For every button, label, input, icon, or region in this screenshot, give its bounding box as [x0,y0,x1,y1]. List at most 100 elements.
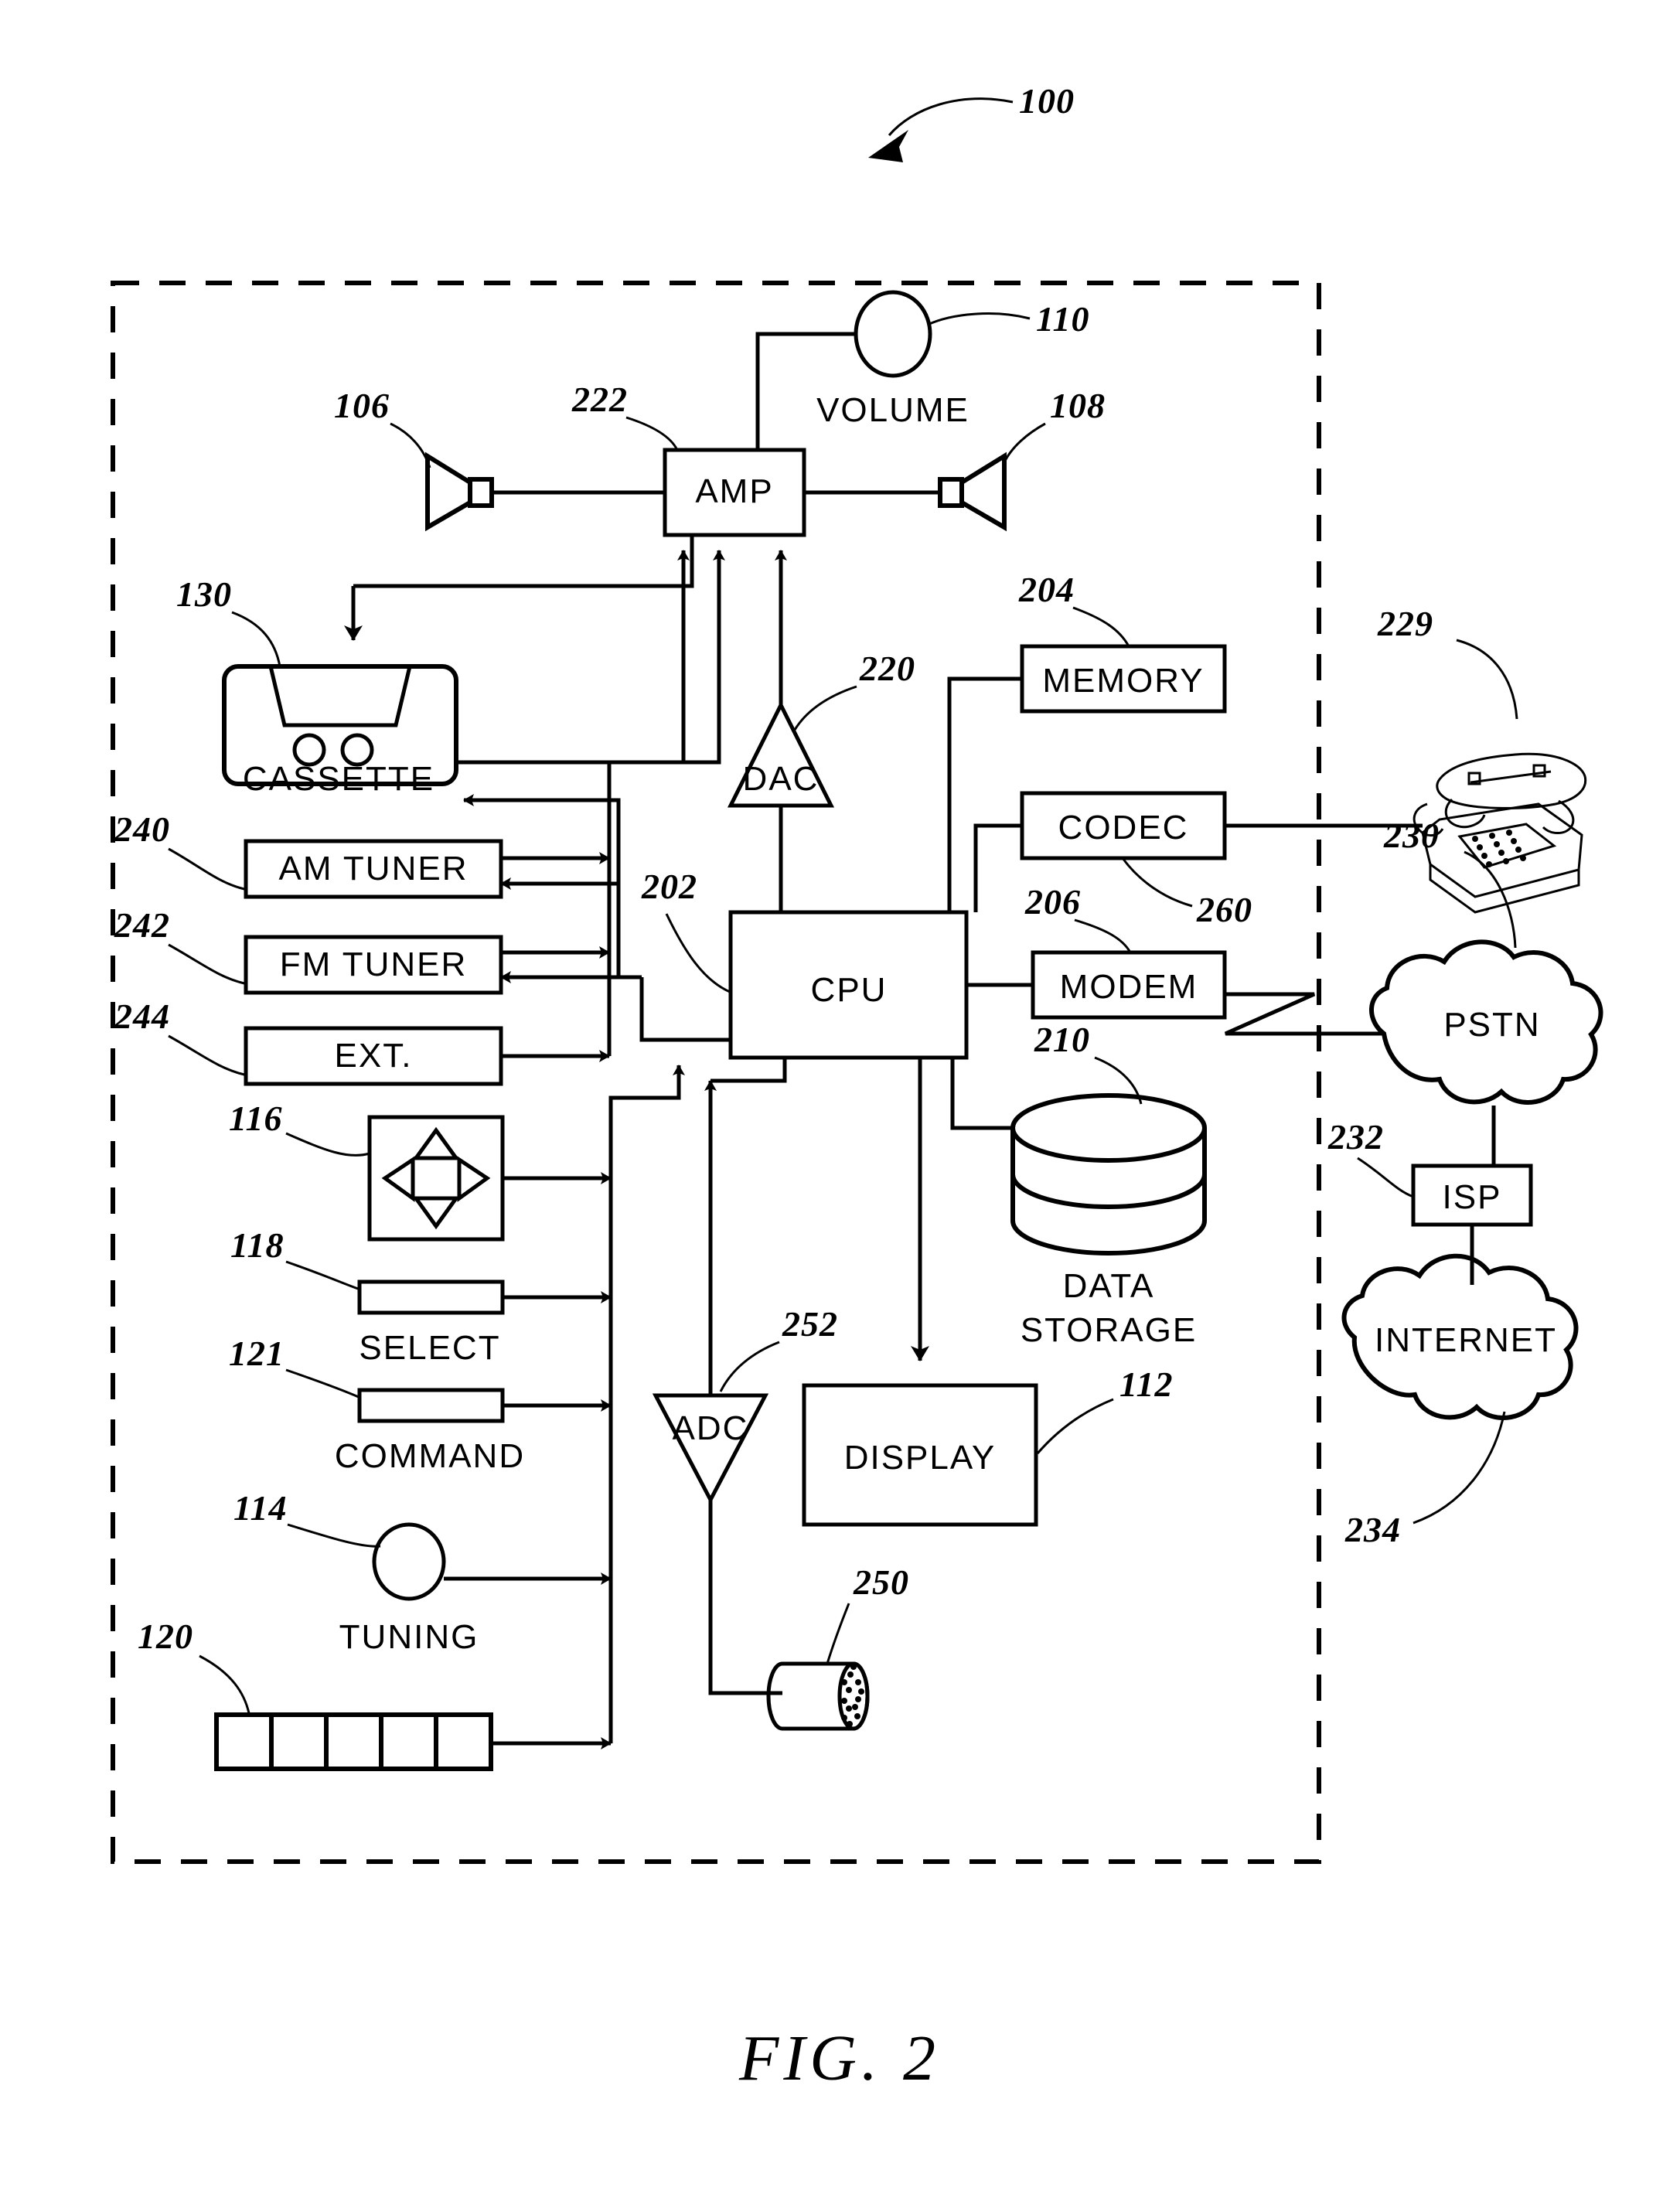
ref-number-220: 220 [859,649,915,688]
modem-block[interactable]: MODEM [1031,950,1227,1020]
ref-number-234: 234 [1344,1510,1401,1549]
adc-block[interactable]: ADC [652,1393,769,1504]
ref-number-260: 260 [1196,890,1252,929]
pstn-label: PSTN [1443,1006,1540,1044]
pstn-cloud: PSTN [1369,939,1603,1105]
navigation-pad[interactable] [367,1115,505,1242]
ref-number-121: 121 [229,1334,285,1373]
isp-block[interactable]: ISP [1411,1164,1533,1227]
ext-label: EXT. [335,1037,413,1075]
ref-number-116: 116 [229,1099,282,1138]
speaker-left-106: 106 [334,386,494,532]
cpu-ref-callout: 202 [641,867,731,993]
ref-number-120: 120 [138,1617,193,1656]
command-ref-callout: 121 [229,1334,361,1399]
ref-number-130: 130 [176,574,232,614]
keypad-ref-callout: 120 [138,1617,250,1714]
ref-number-230: 230 [1383,816,1440,855]
ref-number-210: 210 [1034,1020,1090,1059]
select-label: SELECT [359,1329,500,1367]
display-ref-callout: 112 [1036,1365,1173,1454]
tuning-label: TUNING [339,1618,479,1656]
data-storage-label-line1: DATA [1063,1267,1155,1305]
ref-number-204: 204 [1018,570,1075,609]
command-button[interactable] [357,1388,505,1423]
am-tuner-ref-callout: 240 [114,809,245,891]
command-label: COMMAND [335,1437,525,1475]
ref-number-106: 106 [334,386,390,425]
ref-number-252: 252 [782,1304,838,1344]
adc-label: ADC [673,1409,749,1447]
ref-number-112: 112 [1119,1365,1173,1404]
display-label: DISPLAY [844,1439,997,1477]
codec-block[interactable]: CODEC [1020,791,1227,860]
data-storage-ref-callout: 210 [1034,1020,1143,1105]
cassette-block[interactable]: CASSETTE [222,664,458,798]
bus-control-from-cpu [639,977,731,1042]
memory-block[interactable]: MEMORY [1020,644,1227,714]
patent-figure-page: 100 106 108 AMP 222 VOLUME 110 CASSETTE … [0,0,1680,2201]
fm-tuner-ref-callout: 242 [114,905,245,985]
nav-left-arrow-icon [381,1156,415,1202]
ref-number-250: 250 [853,1562,909,1602]
system-ref-100-callout: 100 [868,81,1074,162]
memory-label: MEMORY [1042,662,1204,700]
ref-number-118: 118 [230,1225,284,1265]
internet-label: INTERNET [1375,1321,1557,1359]
adc-ref-callout: 252 [719,1304,838,1392]
ref-number-108: 108 [1050,386,1106,425]
ref-number-114: 114 [233,1488,287,1528]
codec-label: CODEC [1058,809,1189,847]
cpu-block[interactable]: CPU [728,910,969,1060]
internet-cloud: INTERNET [1341,1253,1579,1420]
amp-label: AMP [695,472,773,510]
dac-block[interactable]: DAC [727,700,835,808]
isp-ref-callout: 232 [1327,1117,1414,1198]
ref-number-206: 206 [1024,882,1081,922]
telephone-ref-callout: 229 [1377,604,1518,720]
nav-right-arrow-icon [457,1156,491,1202]
ref-number-202: 202 [641,867,697,906]
cassette-label: CASSETTE [243,760,434,798]
bus-control-branch [616,884,642,980]
keypad-block[interactable] [214,1712,493,1771]
ref-number-232: 232 [1327,1117,1384,1157]
nav-down-arrow-icon [412,1196,460,1230]
wire-cpu-to-memory [947,676,1022,912]
cassette-ref-callout: 130 [176,574,281,667]
ref-number-222: 222 [571,380,628,419]
block-diagram-canvas: 100 106 108 AMP 222 VOLUME 110 CASSETTE … [111,81,1603,2094]
wire-cpu-to-codec [973,823,1022,912]
modem-label: MODEM [1060,968,1198,1006]
display-block[interactable]: DISPLAY [802,1383,1038,1527]
ext-input-block[interactable]: EXT. [244,1026,503,1086]
system-boundary-dashed [111,281,1321,1864]
dac-label: DAC [743,760,820,798]
wire-microphone-to-adc [708,1500,782,1695]
wire-cpu-to-data-storage [950,1058,1013,1130]
navpad-ref-callout: 116 [229,1099,370,1157]
am-tuner-block[interactable]: AM TUNER [244,839,503,899]
ext-ref-callout: 244 [114,997,245,1076]
wire-amp-bottom-left-to-cassette [353,535,694,588]
ref-number-244: 244 [114,997,170,1036]
amp-block[interactable]: AMP [663,448,806,537]
bus-source-select-to-amp [609,550,725,765]
microphone-block [766,1661,870,1731]
internet-ref-callout: 234 [1344,1411,1506,1549]
cpu-label: CPU [811,971,888,1009]
figure-caption: FIG. 2 [738,2022,940,2094]
tuning-ref-callout: 114 [233,1488,381,1548]
data-storage-block[interactable]: DATA STORAGE [1010,1093,1207,1349]
fm-tuner-label: FM TUNER [280,945,468,983]
tuning-knob[interactable] [372,1522,446,1601]
codec-ref-callout: 260 [1121,857,1252,929]
ref-number-229: 229 [1377,604,1433,643]
nav-up-arrow-icon [412,1126,460,1160]
volume-knob[interactable] [854,290,932,378]
ref-number-240: 240 [114,809,170,849]
wire-adc-into-cpu-bottom [711,1058,787,1083]
isp-label: ISP [1443,1178,1502,1216]
select-button[interactable] [357,1279,505,1315]
fm-tuner-block[interactable]: FM TUNER [244,935,503,995]
